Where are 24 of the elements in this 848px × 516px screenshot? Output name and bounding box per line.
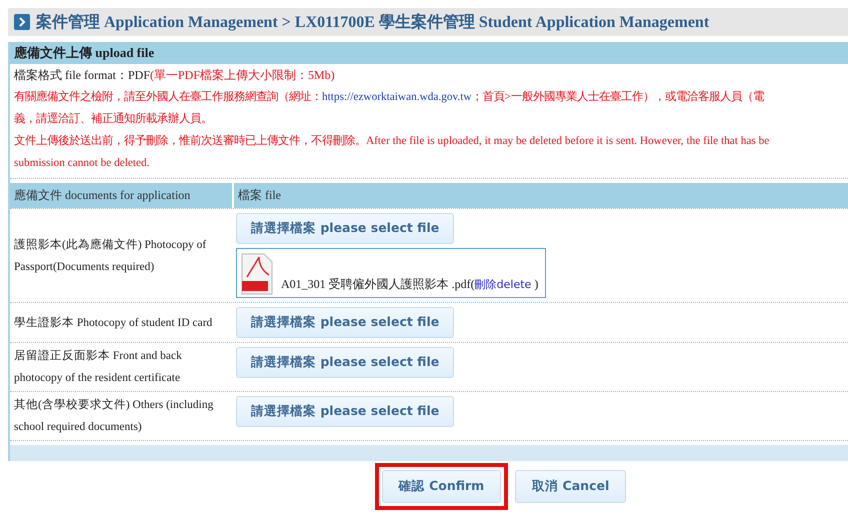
website-link[interactable]: https://ezworktaiwan.wda.gov.tw <box>322 91 472 103</box>
cancel-button[interactable]: 取消 Cancel <box>515 470 626 503</box>
notice-text: 有關應備文件之檢附，請至外國人在臺工作服務網查詢（網址：https://ezworktaiwan.wda.gov.tw；首頁>一般外國專業人士在臺工作），或電洽客服人員（電 <box>13 89 765 105</box>
column-header: 應備文件 documents for application <box>10 183 232 208</box>
select-file-button[interactable]: 請選擇檔案 please select file <box>236 347 454 378</box>
section-header: 應備文件上傳 upload file <box>10 42 848 64</box>
file-format-note: 檔案格式 file format：PDF(單一PDF檔案上傳大小限制：5Mb) <box>13 67 336 84</box>
breadcrumb-title: 案件管理 Application Management > LX011700E 學生案件管理 Student Application Management <box>36 12 710 32</box>
pdf-file-icon <box>241 253 273 295</box>
document-label: 護照影本(此為應備文件) Photocopy of Passport(Documents required) <box>14 238 208 274</box>
column-header: 檔案 file <box>234 183 848 208</box>
select-file-button[interactable]: 請選擇檔案 please select file <box>236 307 454 338</box>
chevron-icon <box>14 14 30 30</box>
notice-text: 文件上傳後於送出前，得予刪除，惟前次送審時已上傳文件，不得刪除。After the file is uploaded, it may be deleted before it is sent. However, the file that has be <box>13 133 770 149</box>
delete-link[interactable]: 刪除delete <box>474 278 532 291</box>
document-label: 居留證正反面影本 Front and back photocopy of the resident certificate <box>14 348 183 386</box>
confirm-button[interactable]: 確認 Confirm <box>382 470 502 503</box>
file-name: A01_301 受聘僱外國人護照影本 .pdf(刪除delete ) <box>281 276 538 293</box>
document-label: 其他(含學校要求文件) Others (including school required documents) <box>14 398 214 435</box>
notice-text: 義，請逕洽訂、補正通知所載承辦人員。 <box>13 111 213 127</box>
select-file-button[interactable]: 請選擇檔案 please select file <box>236 213 454 244</box>
document-label: 學生證影本 Photocopy of student ID card <box>14 316 212 330</box>
select-file-button[interactable]: 請選擇檔案 please select file <box>236 396 454 427</box>
notice-text: submission cannot be deleted. <box>13 156 151 171</box>
